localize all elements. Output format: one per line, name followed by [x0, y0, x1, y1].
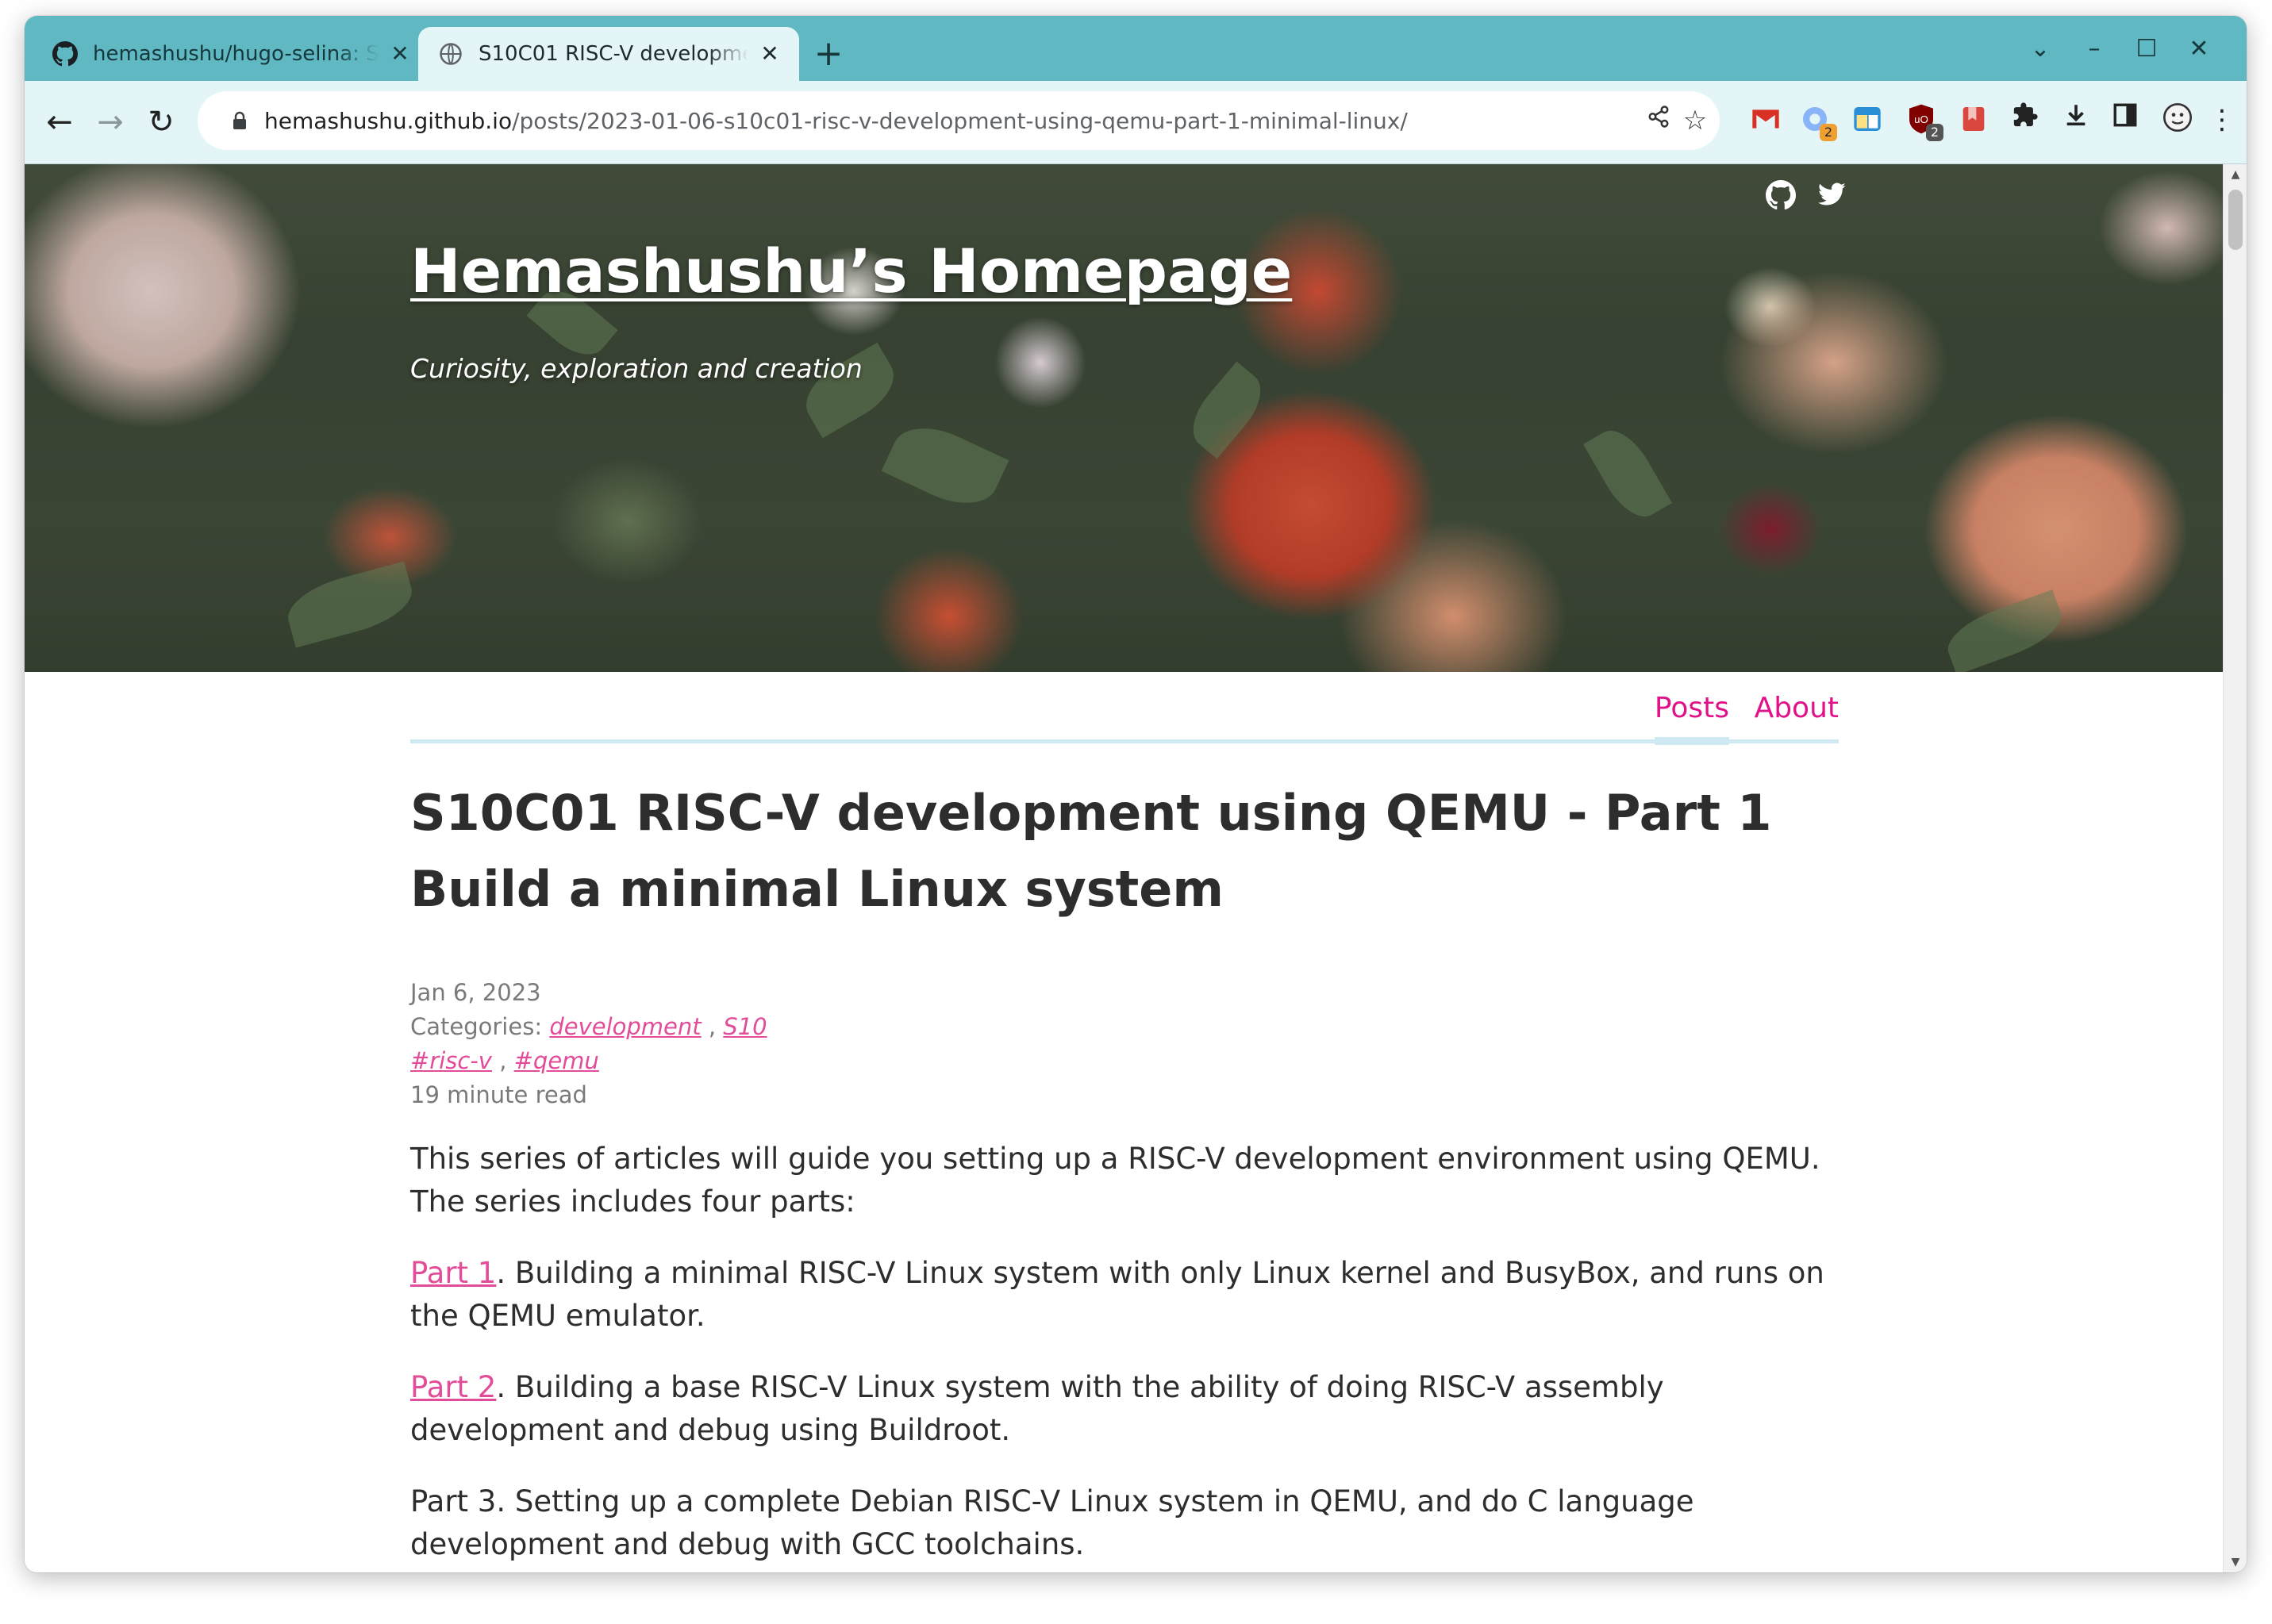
maximize-icon[interactable]: ☐: [2126, 29, 2167, 70]
tab-github[interactable]: hemashushu/hugo-selina: S ✕: [33, 27, 429, 81]
read-time: 19 minute read: [410, 1081, 587, 1108]
forward-icon[interactable]: →: [88, 100, 133, 144]
extensions-puzzle-icon[interactable]: [2007, 102, 2043, 138]
side-panel-icon[interactable]: [2107, 102, 2143, 138]
part-1-paragraph: Part 1. Building a minimal RISC-V Linux …: [410, 1252, 1847, 1338]
nav-about-link[interactable]: About: [1755, 692, 1839, 724]
intro-paragraph: This series of articles will guide you s…: [410, 1142, 1820, 1219]
download-icon[interactable]: [2058, 102, 2094, 138]
site-nav: Posts About: [410, 692, 1839, 745]
post-date: Jan 6, 2023: [410, 979, 541, 1006]
tab-strip: hemashushu/hugo-selina: S ✕ S10C01 RISC-…: [25, 16, 2247, 81]
category-link-development[interactable]: development: [549, 1013, 701, 1040]
url-path: /posts/2023-01-06-s10c01-risc-v-developm…: [512, 107, 1408, 134]
ublock-origin-icon[interactable]: uO 2: [1905, 103, 1943, 141]
reload-icon[interactable]: ↻: [139, 100, 183, 144]
hero-flower-image: Hemashushu’s Homepage Curiosity, explora…: [25, 164, 2223, 672]
part-2-paragraph: Part 2. Building a base RISC-V Linux sys…: [410, 1366, 1847, 1452]
bookmark-star-icon[interactable]: ☆: [1678, 104, 1712, 137]
tag-link-qemu[interactable]: #qemu: [514, 1047, 599, 1074]
close-window-icon[interactable]: ✕: [2178, 29, 2220, 70]
post-title: S10C01 RISC-V development using QEMU - P…: [410, 784, 1772, 918]
tab-search-icon[interactable]: ⌄: [2020, 29, 2061, 70]
browser-window: hemashushu/hugo-selina: S ✕ S10C01 RISC-…: [25, 16, 2247, 1572]
nav-posts-link[interactable]: Posts: [1654, 692, 1730, 745]
page-scrollbar[interactable]: ▲ ▼: [2223, 164, 2247, 1572]
tab-title: hemashushu/hugo-selina: S: [93, 42, 379, 66]
extension-badge: 2: [1820, 124, 1837, 141]
part-2-link[interactable]: Part 2: [410, 1370, 496, 1404]
part-2-text: . Building a base RISC-V Linux system wi…: [410, 1370, 1664, 1447]
site-title-link[interactable]: Hemashushu’s Homepage: [410, 236, 1292, 306]
url-host: hemashushu.github.io: [264, 107, 513, 134]
separator: ,: [708, 1013, 717, 1040]
github-icon: [52, 40, 79, 67]
part-3-text: Part 3. Setting up a complete Debian RIS…: [410, 1484, 1694, 1561]
extension-2-icon[interactable]: 2: [1799, 103, 1837, 141]
share-icon[interactable]: [1642, 104, 1675, 137]
lock-icon[interactable]: [220, 111, 259, 130]
tab-title: S10C01 RISC-V development: [479, 42, 748, 66]
address-bar[interactable]: hemashushu.github.io/posts/2023-01-06-s1…: [198, 91, 1720, 150]
scroll-down-icon[interactable]: ▼: [2224, 1552, 2247, 1572]
twitter-icon[interactable]: [1816, 180, 1848, 212]
close-tab-icon[interactable]: ✕: [756, 40, 783, 67]
close-tab-icon[interactable]: ✕: [386, 40, 413, 67]
extension-badge: 2: [1926, 124, 1943, 141]
scroll-up-icon[interactable]: ▲: [2224, 164, 2247, 185]
url-text[interactable]: hemashushu.github.io/posts/2023-01-06-s1…: [264, 108, 1408, 134]
extension-5-icon[interactable]: [1958, 103, 1989, 135]
tab-risc-v-post[interactable]: S10C01 RISC-V development ✕: [418, 27, 799, 81]
minimize-icon[interactable]: –: [2074, 29, 2115, 70]
github-icon[interactable]: [1766, 180, 1797, 212]
part-1-text: . Building a minimal RISC-V Linux system…: [410, 1256, 1824, 1333]
gmail-extension-icon[interactable]: [1750, 103, 1782, 135]
post-categories: Categories: development , S10: [410, 1013, 767, 1040]
extension-3-icon[interactable]: [1851, 103, 1883, 135]
categories-label: Categories:: [410, 1013, 543, 1040]
post-tags: #risc-v , #qemu: [410, 1047, 599, 1074]
new-tab-button[interactable]: +: [809, 35, 848, 75]
globe-icon: [437, 40, 464, 67]
site-tagline: Curiosity, exploration and creation: [410, 353, 863, 384]
category-link-s10[interactable]: S10: [723, 1013, 767, 1040]
part-3-paragraph: Part 3. Setting up a complete Debian RIS…: [410, 1480, 1847, 1566]
page-viewport: Hemashushu’s Homepage Curiosity, explora…: [25, 164, 2223, 1572]
svg-text:uO: uO: [1914, 113, 1928, 125]
tag-link-risc-v[interactable]: #risc-v: [410, 1047, 492, 1074]
profile-avatar-icon[interactable]: [2159, 102, 2196, 138]
separator: ,: [499, 1047, 507, 1074]
part-1-link[interactable]: Part 1: [410, 1256, 496, 1290]
back-icon[interactable]: ←: [37, 100, 82, 144]
scrollbar-thumb[interactable]: [2228, 190, 2243, 250]
menu-kebab-icon[interactable]: ⋮: [2204, 102, 2240, 138]
toolbar: ← → ↻ hemashushu.github.io/posts/2023-01…: [25, 81, 2247, 164]
